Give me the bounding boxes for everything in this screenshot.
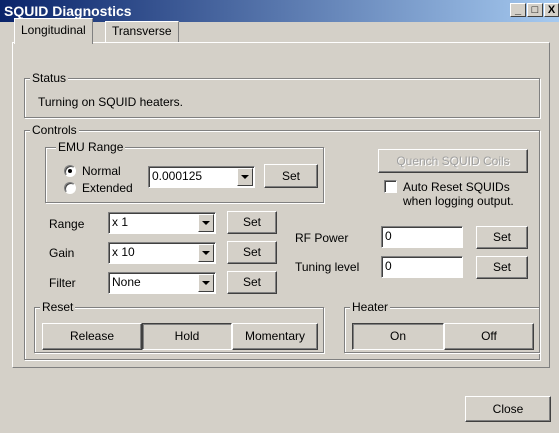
chevron-down-icon[interactable] bbox=[198, 274, 214, 292]
status-text: Turning on SQUID heaters. bbox=[38, 95, 183, 109]
chevron-down-icon[interactable] bbox=[198, 244, 214, 262]
range-value: x 1 bbox=[112, 215, 129, 229]
controls-legend: Controls bbox=[30, 123, 79, 137]
gain-select[interactable]: x 10 bbox=[108, 242, 216, 264]
radio-normal[interactable] bbox=[64, 165, 76, 177]
maximize-button[interactable]: □ bbox=[527, 3, 543, 17]
filter-set-button[interactable]: Set bbox=[227, 271, 277, 294]
emu-range-legend: EMU Range bbox=[56, 140, 126, 154]
auto-reset-label-line1[interactable]: Auto Reset SQUIDs bbox=[403, 180, 510, 194]
rf-power-input[interactable]: 0 bbox=[381, 226, 463, 248]
chevron-down-icon[interactable] bbox=[198, 214, 214, 232]
radio-selected-dot bbox=[68, 169, 72, 173]
minimize-button[interactable]: _ bbox=[510, 3, 526, 17]
radio-extended-label[interactable]: Extended bbox=[82, 181, 133, 195]
rf-power-label: RF Power bbox=[295, 231, 349, 245]
gain-label: Gain bbox=[49, 246, 75, 260]
status-legend: Status bbox=[30, 71, 69, 85]
tuning-level-input[interactable]: 0 bbox=[381, 256, 463, 278]
radio-extended[interactable] bbox=[64, 182, 76, 194]
heater-on-button[interactable]: On bbox=[352, 323, 444, 350]
tab-transverse[interactable]: Transverse bbox=[105, 21, 179, 42]
gain-value: x 10 bbox=[112, 245, 135, 259]
range-select[interactable]: x 1 bbox=[108, 212, 216, 234]
radio-normal-label[interactable]: Normal bbox=[82, 164, 121, 178]
momentary-button[interactable]: Momentary bbox=[232, 323, 318, 350]
gain-set-button[interactable]: Set bbox=[227, 241, 277, 264]
filter-label: Filter bbox=[49, 276, 76, 290]
tab-longitudinal[interactable]: Longitudinal bbox=[14, 18, 93, 44]
range-label: Range bbox=[49, 217, 85, 231]
release-button[interactable]: Release bbox=[42, 323, 142, 350]
tuning-level-label: Tuning level bbox=[295, 260, 360, 274]
filter-select[interactable]: None bbox=[108, 272, 216, 294]
heater-off-button[interactable]: Off bbox=[444, 323, 534, 350]
emu-range-value: 0.000125 bbox=[152, 169, 203, 183]
close-window-button[interactable]: X bbox=[544, 3, 559, 17]
rf-power-set-button[interactable]: Set bbox=[476, 226, 528, 249]
range-set-button[interactable]: Set bbox=[227, 211, 277, 234]
heater-legend: Heater bbox=[350, 300, 391, 314]
emu-range-select[interactable]: 0.000125 bbox=[148, 166, 255, 188]
emu-set-button[interactable]: Set bbox=[264, 164, 318, 188]
quench-squid-coils-button[interactable]: Quench SQUID Coils bbox=[378, 149, 528, 173]
auto-reset-label-line2: when logging output. bbox=[403, 194, 514, 208]
tuning-level-set-button[interactable]: Set bbox=[476, 256, 528, 279]
chevron-down-icon[interactable] bbox=[237, 168, 253, 186]
auto-reset-checkbox[interactable] bbox=[384, 180, 397, 193]
reset-legend: Reset bbox=[40, 300, 76, 314]
close-button[interactable]: Close bbox=[465, 396, 551, 422]
hold-button[interactable]: Hold bbox=[142, 323, 232, 350]
filter-value: None bbox=[112, 275, 141, 289]
